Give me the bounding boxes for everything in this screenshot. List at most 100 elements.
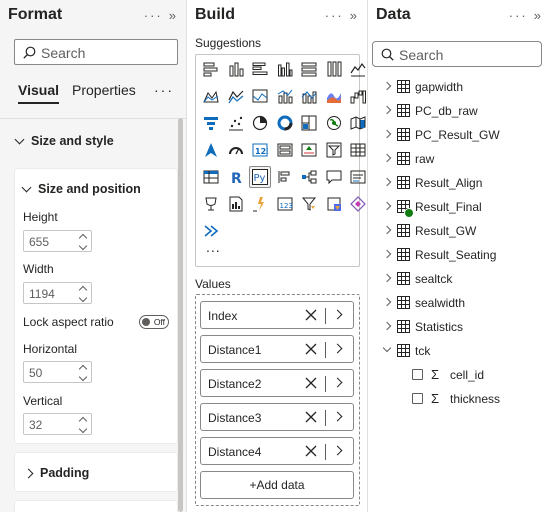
r-visual-icon[interactable]: R	[225, 166, 247, 188]
chevron-down-icon[interactable]	[382, 343, 392, 353]
goals-icon[interactable]	[200, 193, 222, 215]
slicer-icon[interactable]	[323, 139, 345, 161]
qa-icon[interactable]	[323, 166, 345, 188]
key-influencers-icon[interactable]	[274, 166, 296, 188]
chevron-right-icon[interactable]	[382, 321, 392, 331]
chevron-right-icon[interactable]	[382, 273, 392, 283]
chevron-right-icon[interactable]	[382, 225, 392, 235]
100-bar-icon[interactable]	[298, 58, 320, 80]
more-options-icon[interactable]: ···	[325, 8, 344, 23]
clustered-column-icon[interactable]	[274, 58, 296, 80]
100-column-icon-glyph	[327, 61, 341, 77]
value-field-distance2[interactable]: Distance2	[200, 369, 354, 397]
donut-chart-icon[interactable]	[274, 112, 296, 134]
format-scrollbar-thumb[interactable]	[178, 118, 183, 512]
line-clustered-column-icon[interactable]	[274, 85, 296, 107]
azure-ml-icon[interactable]	[323, 193, 345, 215]
lock-aspect-toggle[interactable]: Off	[139, 315, 169, 329]
remove-icon[interactable]	[305, 309, 317, 321]
format-scrollbar[interactable]	[177, 118, 183, 512]
clustered-bar-icon[interactable]	[249, 58, 271, 80]
value-field-distance1[interactable]: Distance1	[200, 335, 354, 363]
stepper-icon[interactable]	[78, 285, 88, 303]
stacked-bar-icon[interactable]	[200, 58, 222, 80]
remove-icon[interactable]	[305, 377, 317, 389]
more-visuals-icon[interactable]: ...	[206, 239, 221, 255]
matrix-icon[interactable]	[200, 166, 222, 188]
ribbon-icon[interactable]	[323, 85, 345, 107]
line-stacked-column-icon[interactable]	[298, 85, 320, 107]
collapse-pane-icon[interactable]: »	[534, 8, 543, 23]
python-visual-icon[interactable]: Py	[249, 166, 271, 188]
add-data-button[interactable]: +Add data	[200, 471, 354, 499]
chevron-right-icon[interactable]	[382, 297, 392, 307]
next-group-card[interactable]	[14, 500, 178, 512]
group-size-position[interactable]: Size and position	[21, 182, 141, 196]
remove-icon[interactable]	[305, 411, 317, 423]
decomposition-tree-icon[interactable]	[298, 166, 320, 188]
field-checkbox[interactable]	[412, 369, 423, 380]
height-input[interactable]: 655	[23, 230, 92, 252]
gauge-icon[interactable]	[225, 139, 247, 161]
stacked-column-icon[interactable]	[225, 58, 247, 80]
stepper-icon[interactable]	[78, 364, 88, 382]
remove-icon[interactable]	[305, 343, 317, 355]
kpi-icon[interactable]	[298, 139, 320, 161]
padding-card[interactable]: Padding	[14, 452, 178, 492]
ribbon-chart-icon[interactable]	[249, 85, 271, 107]
paginated-report-icon[interactable]	[225, 193, 247, 215]
tab-visual[interactable]: Visual	[18, 82, 59, 104]
map-icon[interactable]	[323, 112, 345, 134]
chevron-right-icon[interactable]	[332, 445, 343, 456]
smart-narrative-icon[interactable]	[347, 166, 367, 188]
value-field-distance3[interactable]: Distance3	[200, 403, 354, 431]
field-checkbox[interactable]	[412, 393, 423, 404]
waterfall-icon[interactable]	[347, 85, 367, 107]
filled-map-icon[interactable]	[347, 112, 367, 134]
power-apps-icon[interactable]	[249, 193, 271, 215]
metrics-table-icon[interactable]: 123	[274, 193, 296, 215]
stepper-icon[interactable]	[78, 416, 88, 434]
data-search-input[interactable]: Search	[372, 41, 542, 67]
tab-more-icon[interactable]: ···	[154, 82, 174, 98]
table-icon[interactable]	[347, 139, 367, 161]
horizontal-input[interactable]: 50	[23, 361, 92, 383]
tab-properties[interactable]: Properties	[72, 82, 136, 98]
section-size-style[interactable]: Size and style	[14, 134, 114, 148]
remove-icon[interactable]	[305, 445, 317, 457]
power-automate-icon[interactable]	[298, 193, 320, 215]
treemap-icon[interactable]	[298, 112, 320, 134]
funnel-icon[interactable]	[200, 112, 222, 134]
collapse-pane-icon[interactable]: »	[169, 8, 178, 23]
stacked-area-icon[interactable]	[225, 85, 247, 107]
vertical-input[interactable]: 32	[23, 413, 92, 435]
more-options-icon[interactable]: ···	[509, 8, 528, 23]
pie-chart-icon[interactable]	[249, 112, 271, 134]
area-chart-icon[interactable]	[200, 85, 222, 107]
chevron-right-icon[interactable]	[382, 81, 392, 91]
azure-map-icon[interactable]	[200, 139, 222, 161]
width-input[interactable]: 1194	[23, 282, 92, 304]
chevron-right-icon[interactable]	[382, 177, 392, 187]
format-search-input[interactable]: Search	[14, 39, 178, 65]
line-chart-icon[interactable]	[347, 58, 367, 80]
chevron-right-icon[interactable]	[332, 343, 343, 354]
card-icon[interactable]: 123	[249, 139, 271, 161]
chevron-right-icon[interactable]	[382, 129, 392, 139]
collapse-pane-icon[interactable]: »	[350, 8, 359, 23]
value-field-distance4[interactable]: Distance4	[200, 437, 354, 465]
anomaly-icon[interactable]	[347, 193, 367, 215]
100-column-icon[interactable]	[323, 58, 345, 80]
value-field-index[interactable]: Index	[200, 301, 354, 329]
chevron-right-icon[interactable]	[382, 201, 392, 211]
stepper-icon[interactable]	[78, 233, 88, 251]
chevron-right-icon[interactable]	[332, 411, 343, 422]
chevron-right-icon[interactable]	[382, 105, 392, 115]
chevron-right-icon[interactable]	[332, 309, 343, 320]
scatter-icon[interactable]	[225, 112, 247, 134]
more-options-icon[interactable]: ···	[144, 8, 163, 23]
chevron-right-icon[interactable]	[382, 153, 392, 163]
chevron-right-icon[interactable]	[332, 377, 343, 388]
multi-row-card-icon[interactable]	[274, 139, 296, 161]
chevron-right-icon[interactable]	[382, 249, 392, 259]
